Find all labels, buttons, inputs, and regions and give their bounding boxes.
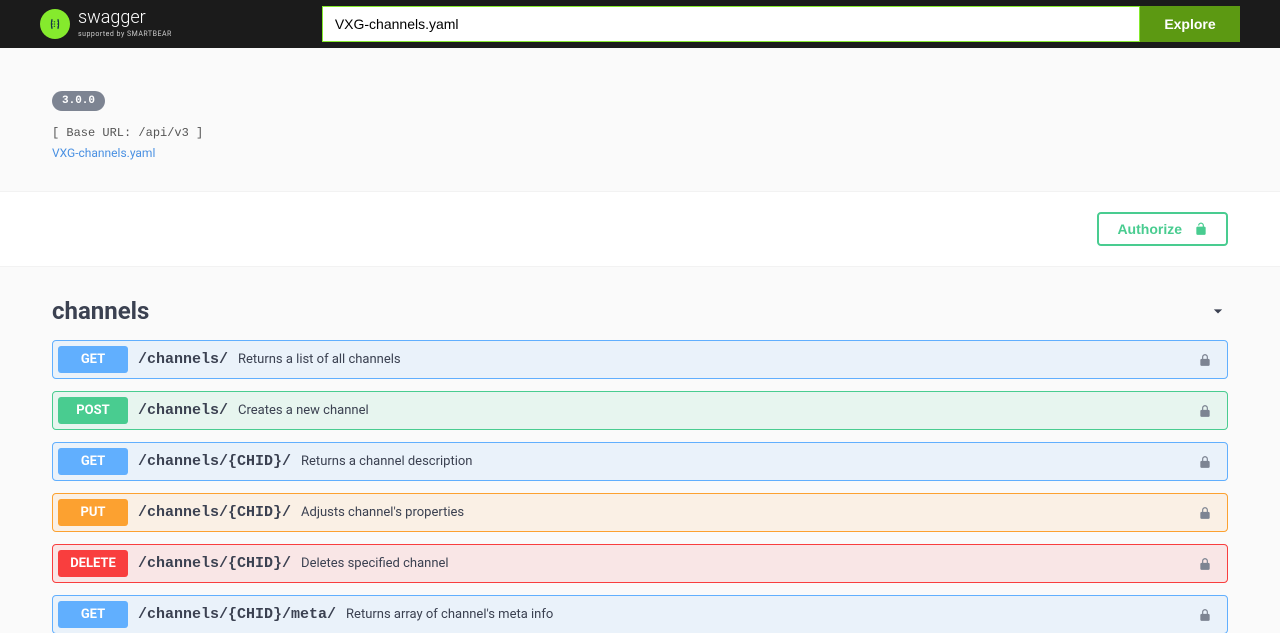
spec-file-link[interactable]: VXG-channels.yaml [52, 146, 155, 160]
operation-path: /channels/{CHID}/ [138, 453, 291, 470]
lock-icon [1198, 557, 1212, 571]
method-badge: GET [58, 448, 128, 475]
api-info: 3.0.0 [ Base URL: /api/v3 ] VXG-channels… [52, 48, 1228, 191]
oas-version-badge: 3.0.0 [52, 91, 105, 111]
operation-row[interactable]: GET/channels/{CHID}/meta/Returns array o… [52, 595, 1228, 633]
spec-url-input[interactable] [322, 6, 1140, 42]
method-badge: POST [58, 397, 128, 424]
lock-open-icon [1194, 222, 1208, 236]
topbar: swagger supported by SMARTBEAR Explore [0, 0, 1280, 48]
operation-description: Returns a list of all channels [238, 352, 1198, 367]
method-badge: PUT [58, 499, 128, 526]
operation-path: /channels/ [138, 402, 228, 419]
explore-button[interactable]: Explore [1140, 6, 1240, 42]
auth-section: Authorize [0, 191, 1280, 267]
logo-text: swagger [78, 7, 146, 28]
logo-subtext: supported by SMARTBEAR [78, 30, 172, 38]
operation-path: /channels/ [138, 351, 228, 368]
tag-section: channels GET/channels/Returns a list of … [52, 267, 1228, 633]
lock-icon [1198, 608, 1212, 622]
tag-title: channels [52, 297, 149, 325]
tag-header[interactable]: channels [52, 287, 1228, 340]
operation-row[interactable]: POST/channels/Creates a new channel [52, 391, 1228, 430]
chevron-down-icon [1208, 301, 1228, 321]
operation-description: Adjusts channel's properties [301, 505, 1198, 520]
spec-url-bar: Explore [322, 6, 1240, 42]
operation-path: /channels/{CHID}/ [138, 555, 291, 572]
lock-icon [1198, 506, 1212, 520]
method-badge: DELETE [58, 550, 128, 577]
operation-row[interactable]: PUT/channels/{CHID}/ Adjusts channel's pr… [52, 493, 1228, 532]
method-badge: GET [58, 601, 128, 628]
authorize-button[interactable]: Authorize [1097, 212, 1228, 246]
lock-icon [1198, 353, 1212, 367]
operation-description: Deletes specified channel [301, 556, 1198, 571]
operation-description: Returns array of channel's meta info [346, 607, 1198, 622]
operation-description: Creates a new channel [238, 403, 1198, 418]
lock-icon [1198, 404, 1212, 418]
operation-row[interactable]: DELETE/channels/{CHID}/ Deletes specified… [52, 544, 1228, 583]
logo[interactable]: swagger supported by SMARTBEAR [40, 9, 172, 39]
lock-icon [1198, 455, 1212, 469]
swagger-logo-icon [40, 9, 70, 39]
operation-description: Returns a channel description [301, 454, 1198, 469]
operation-path: /channels/{CHID}/ [138, 504, 291, 521]
operation-row[interactable]: GET/channels/Returns a list of all chann… [52, 340, 1228, 379]
operation-row[interactable]: GET/channels/{CHID}/ Returns a channel de… [52, 442, 1228, 481]
method-badge: GET [58, 346, 128, 373]
base-url: [ Base URL: /api/v3 ] [52, 126, 1228, 140]
authorize-label: Authorize [1117, 221, 1182, 237]
operation-path: /channels/{CHID}/meta/ [138, 606, 336, 623]
operations-list: GET/channels/Returns a list of all chann… [52, 340, 1228, 633]
